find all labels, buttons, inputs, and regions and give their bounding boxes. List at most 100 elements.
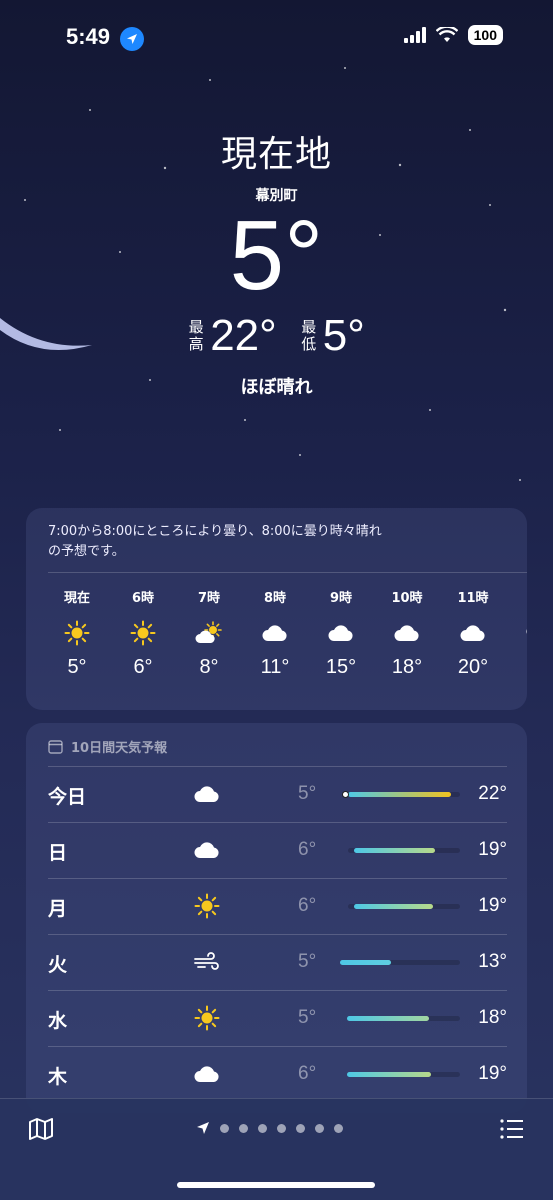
calendar-icon <box>48 740 63 754</box>
day-name: 水 <box>48 1010 68 1032</box>
day-row[interactable]: 月 6° 19° <box>48 878 507 934</box>
current-temperature: 5° <box>229 200 324 310</box>
page-dot[interactable] <box>277 1123 286 1133</box>
low-value: 5° <box>322 311 365 360</box>
page-dot[interactable] <box>315 1123 324 1133</box>
cloud-icon <box>190 1059 224 1089</box>
summary-line: 7:00から8:00にところにより曇り、8:00に曇り時々晴れ <box>48 524 382 539</box>
location-title: 現在地 <box>220 134 332 175</box>
wifi-icon <box>435 27 458 42</box>
high-low: 最高 22° 最低 5° <box>0 311 553 361</box>
day-low: 6° <box>298 839 317 860</box>
page-dot[interactable] <box>258 1123 267 1133</box>
hour-column: 現在 5° <box>44 587 110 679</box>
status-time: 5:49 <box>66 24 111 49</box>
ten-day-forecast-card[interactable]: 10日間天気予報 今日 5° 22° 日 6° 19° 月 6° 19° 火 5° 1… <box>26 723 527 1113</box>
day-high: 13° <box>478 951 507 972</box>
high-label: 最高 <box>188 318 204 353</box>
day-low: 5° <box>298 1007 317 1028</box>
hour-temp: 8° <box>199 656 219 678</box>
status-bar: 5:49 100 <box>0 22 553 56</box>
location-page-icon[interactable] <box>196 1121 210 1135</box>
day-high: 18° <box>478 1007 507 1028</box>
day-row[interactable]: 火 5° 13° <box>48 934 507 990</box>
wind-icon <box>190 947 224 977</box>
page-indicator[interactable] <box>196 1121 343 1135</box>
day-high: 19° <box>478 839 507 860</box>
ten-day-title: 10日間天気予報 <box>71 741 168 756</box>
hour-label: 10時 <box>391 591 423 606</box>
list-icon[interactable] <box>499 1116 525 1142</box>
hour-label: 1 <box>506 587 527 602</box>
day-name: 木 <box>48 1066 68 1088</box>
forecast-summary: 7:00から8:00にところにより曇り、8:00に曇り時々晴れ の予想です。 <box>26 508 527 562</box>
hour-column: 7時 8° <box>176 587 242 679</box>
ten-day-header: 10日間天気予報 <box>26 723 527 766</box>
location-arrow-icon <box>120 27 144 51</box>
summary-line: の予想です。 <box>48 544 125 559</box>
day-high: 22° <box>478 783 507 804</box>
hour-column: 10時 18° <box>374 587 440 679</box>
temp-range-track <box>346 1072 460 1077</box>
cellular-signal-icon <box>403 27 426 43</box>
hour-column: 11時 20° <box>440 587 506 679</box>
daily-list: 今日 5° 22° 日 6° 19° 月 6° 19° 火 5° 13° 水 5° 18… <box>26 766 527 1102</box>
day-low: 5° <box>298 783 317 804</box>
hour-temp: 11° <box>260 656 290 678</box>
hour-column: 1 2 <box>506 587 527 679</box>
day-low: 6° <box>298 895 317 916</box>
day-row[interactable]: 木 6° 19° <box>48 1046 507 1102</box>
temp-range-fill <box>353 848 436 853</box>
home-indicator[interactable] <box>177 1182 375 1188</box>
hour-label: 9時 <box>329 591 353 606</box>
page-dot[interactable] <box>220 1123 229 1133</box>
hour-temp: 5° <box>67 656 87 678</box>
hour-label: 11時 <box>457 591 489 606</box>
day-row[interactable]: 今日 5° 22° <box>48 766 507 822</box>
cloud-icon <box>308 616 374 650</box>
sun-icon <box>190 1003 224 1033</box>
day-low: 5° <box>298 951 317 972</box>
sun-icon <box>110 616 176 650</box>
day-low: 6° <box>298 1063 317 1084</box>
map-icon[interactable] <box>28 1116 54 1142</box>
page-dot[interactable] <box>334 1123 343 1133</box>
day-name: 日 <box>48 842 68 864</box>
hour-temp: 2 <box>506 652 527 675</box>
hourly-forecast-card[interactable]: 7:00から8:00にところにより曇り、8:00に曇り時々晴れ の予想です。 現… <box>26 508 527 710</box>
cloud-icon <box>190 835 224 865</box>
high-value: 22° <box>210 311 277 360</box>
day-row[interactable]: 日 6° 19° <box>48 822 507 878</box>
cloud-icon <box>190 779 224 809</box>
sun-icon <box>44 616 110 650</box>
day-name: 火 <box>48 954 68 976</box>
day-name: 今日 <box>48 786 87 808</box>
temp-range-fill <box>348 792 452 797</box>
cloud-icon <box>506 612 527 646</box>
bottom-toolbar <box>0 1098 553 1200</box>
day-name: 月 <box>48 898 68 920</box>
page-dot[interactable] <box>296 1123 305 1133</box>
hour-temp: 6° <box>133 656 153 678</box>
temp-range-fill <box>346 1016 429 1021</box>
condition-text: ほぼ晴れ <box>240 377 313 398</box>
hour-column: 8時 11° <box>242 587 308 679</box>
temp-range-track <box>346 1016 460 1021</box>
day-row[interactable]: 水 5° 18° <box>48 990 507 1046</box>
day-high: 19° <box>478 895 507 916</box>
cloud-icon <box>440 616 506 650</box>
current-temp-dot <box>342 791 349 798</box>
hourly-list[interactable]: 現在 5° 6時 6° 7時 8° 8時 11° 9時 15° 10時 18° 11時 20… <box>26 587 527 679</box>
divider <box>48 572 527 573</box>
temp-range-track <box>340 960 460 965</box>
temp-range-fill <box>346 1072 431 1077</box>
temp-range-fill <box>340 960 391 965</box>
temp-range-track <box>348 904 460 909</box>
hour-label: 現在 <box>63 591 90 606</box>
page-dot[interactable] <box>239 1123 248 1133</box>
hour-temp: 15° <box>325 656 357 678</box>
battery-indicator: 100 <box>467 25 503 45</box>
hour-temp: 20° <box>457 656 489 678</box>
temp-range-track <box>348 848 460 853</box>
partly-cloudy-icon <box>176 616 242 650</box>
